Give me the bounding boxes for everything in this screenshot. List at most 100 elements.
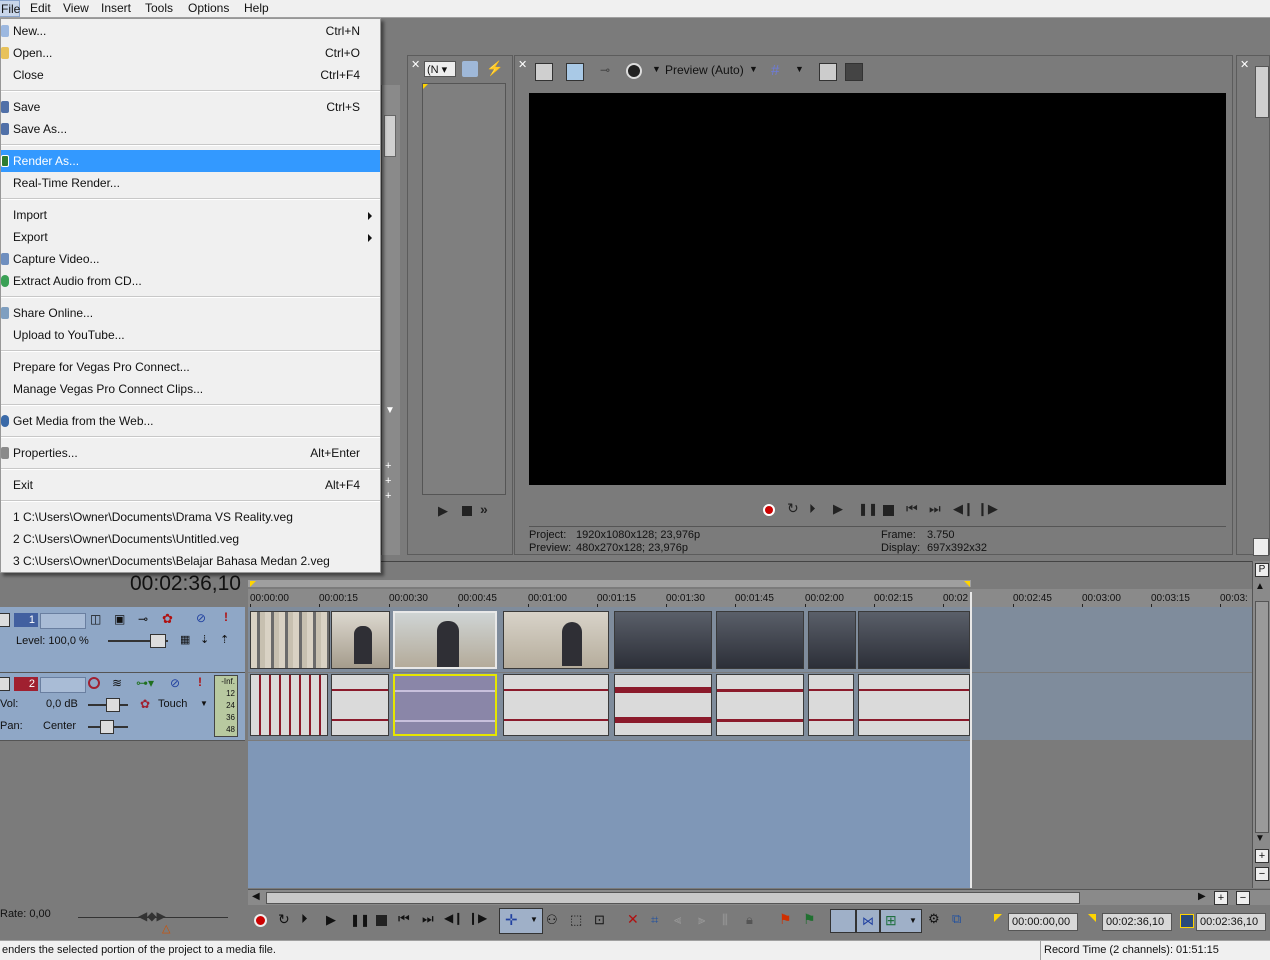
parent-motion-icon[interactable]: ▣: [114, 612, 125, 626]
menu-item-manage-connect[interactable]: Manage Vegas Pro Connect Clips...: [1, 378, 380, 400]
split-icon[interactable]: ⫼: [722, 912, 728, 928]
video-clip[interactable]: [808, 611, 856, 669]
track-header-audio[interactable]: 2 ≋ ⊶▾ ⊘ ! Vol: 0,0 dB ✿ Touch ▼ Pan: Ce…: [0, 673, 245, 741]
audio-clip[interactable]: [808, 674, 854, 736]
scrollbar-thumb[interactable]: [266, 892, 1080, 904]
play-from-start-icon[interactable]: ⏵: [809, 501, 816, 517]
marker-icon[interactable]: ⚑: [779, 911, 792, 928]
video-clip[interactable]: [614, 611, 712, 669]
lock-icon[interactable]: 🔒︎: [746, 912, 753, 928]
close-icon[interactable]: ✕: [1240, 58, 1249, 71]
audio-clip[interactable]: [331, 674, 389, 736]
next-frame-icon[interactable]: ❙▶: [468, 911, 487, 925]
timeline-vertical-scrollbar[interactable]: P ▲ ▼ + −: [1252, 561, 1270, 888]
previous-frame-icon[interactable]: ◀❙: [953, 501, 974, 517]
next-frame-icon[interactable]: ❙▶: [977, 501, 998, 517]
loop-icon[interactable]: ↻: [278, 911, 290, 928]
mute-icon[interactable]: ⊘: [196, 611, 206, 625]
loop-region-bar[interactable]: [248, 580, 971, 587]
scroll-left-icon[interactable]: ◀: [252, 891, 260, 902]
menu-item-new[interactable]: New... Ctrl+N: [1, 20, 380, 42]
preview-quality-dropdown[interactable]: Preview (Auto): [665, 63, 744, 77]
overlays-grid-icon[interactable]: #: [771, 63, 787, 79]
audio-clip-selected[interactable]: [393, 674, 497, 736]
menu-item-import[interactable]: Import: [1, 204, 380, 226]
pin-icon[interactable]: P: [1255, 563, 1269, 577]
menu-item-share-online[interactable]: Share Online...: [1, 302, 380, 324]
menu-item-prepare-connect[interactable]: Prepare for Vegas Pro Connect...: [1, 356, 380, 378]
audio-clip[interactable]: [716, 674, 804, 736]
audio-clip[interactable]: [614, 674, 712, 736]
menu-tools[interactable]: Tools: [145, 0, 173, 17]
menu-item-save-as[interactable]: Save As...: [1, 118, 380, 140]
scroll-down-icon[interactable]: ▼: [1255, 833, 1267, 845]
play-from-start-icon[interactable]: ⏵: [301, 911, 308, 927]
more-icon[interactable]: »: [480, 501, 488, 517]
volume-slider-thumb[interactable]: [106, 698, 120, 712]
pause-icon[interactable]: ❚❚: [858, 502, 878, 516]
preview-fx-icon[interactable]: ⊸: [597, 63, 613, 79]
menu-item-exit[interactable]: Exit Alt+F4: [1, 474, 380, 496]
selection-end-timecode[interactable]: 00:02:36,10: [1102, 913, 1172, 931]
menu-item-render-as[interactable]: Render As...: [1, 150, 380, 172]
track-expand-icon[interactable]: [0, 677, 10, 691]
chevron-down-icon[interactable]: ▼: [795, 64, 804, 74]
lock-envelopes-icon[interactable]: ⚙: [928, 911, 940, 927]
region-icon[interactable]: ⚑: [803, 911, 816, 928]
stop-icon[interactable]: [376, 915, 387, 926]
record-icon[interactable]: [763, 504, 775, 516]
menu-item-capture-video[interactable]: Capture Video...: [1, 248, 380, 270]
snapping-button[interactable]: ⊞ ▼: [880, 909, 922, 933]
pan-slider-thumb[interactable]: [100, 720, 114, 734]
record-icon[interactable]: [254, 914, 267, 927]
arrow-down-icon[interactable]: ⇣: [200, 633, 209, 646]
menu-item-open[interactable]: Open... Ctrl+O: [1, 42, 380, 64]
zoom-in-icon[interactable]: +: [1214, 891, 1228, 905]
automation-icon[interactable]: ✿: [140, 697, 150, 711]
split-screen-icon[interactable]: [626, 63, 642, 79]
audio-clip[interactable]: [503, 674, 609, 736]
track-name-field[interactable]: [40, 677, 86, 693]
chevron-down-icon[interactable]: ▼: [749, 64, 758, 74]
video-clip[interactable]: [716, 611, 804, 669]
video-clip-selected[interactable]: [393, 611, 497, 669]
previous-frame-icon[interactable]: ◀❙: [444, 911, 463, 925]
selection-length-timecode[interactable]: 00:02:36,10: [1196, 913, 1266, 931]
audio-clip[interactable]: [858, 674, 970, 736]
menu-insert[interactable]: Insert: [101, 0, 131, 17]
menu-item-realtime-render[interactable]: Real-Time Render...: [1, 172, 380, 194]
menu-item-close[interactable]: Close Ctrl+F4: [1, 64, 380, 86]
arrow-up-icon[interactable]: ⇡: [220, 633, 229, 646]
trim-icon[interactable]: ⌗: [651, 912, 658, 928]
mixer-scroll-thumb[interactable]: [1253, 538, 1269, 556]
invert-phase-icon[interactable]: ≋: [112, 676, 122, 690]
menu-edit[interactable]: Edit: [30, 0, 51, 17]
stop-icon[interactable]: [462, 506, 472, 516]
autofit-icon[interactable]: [462, 61, 478, 77]
menu-item-upload-youtube[interactable]: Upload to YouTube...: [1, 324, 380, 346]
selected-region[interactable]: [248, 741, 971, 888]
normal-edit-tool-button[interactable]: ✛ ▼: [499, 908, 543, 934]
track-fx-icon[interactable]: ✿: [162, 611, 173, 627]
trim-end-icon[interactable]: ⫸: [698, 912, 705, 928]
menu-item-properties[interactable]: Properties... Alt+Enter: [1, 442, 380, 464]
timeline-horizontal-scrollbar[interactable]: ◀ ▶ + −: [248, 889, 1270, 905]
close-icon[interactable]: ✕: [518, 58, 527, 71]
go-to-start-icon[interactable]: ⏮: [906, 501, 918, 517]
scroll-down-icon[interactable]: ▼: [385, 406, 395, 416]
rate-slider-thumb[interactable]: ◀◆▶: [138, 909, 166, 923]
video-clip[interactable]: [331, 611, 390, 669]
plus-icon[interactable]: +: [385, 475, 391, 487]
video-clip[interactable]: [858, 611, 970, 669]
menu-item-recent-2[interactable]: 2 C:\Users\Owner\Documents\Untitled.veg: [1, 528, 380, 550]
loop-start-icon[interactable]: [250, 581, 256, 587]
solo-icon[interactable]: !: [198, 675, 202, 689]
track-motion-icon[interactable]: ⊸: [138, 612, 148, 626]
menu-item-save[interactable]: Save Ctrl+S: [1, 96, 380, 118]
play-icon[interactable]: ▶: [833, 501, 843, 517]
playhead-cursor[interactable]: [970, 592, 972, 888]
scrollbar-thumb[interactable]: [1255, 601, 1269, 833]
menu-item-get-media[interactable]: Get Media from the Web...: [1, 410, 380, 432]
level-slider-thumb[interactable]: [150, 634, 166, 648]
trimmer-dropdown[interactable]: (N ▾: [424, 61, 456, 77]
